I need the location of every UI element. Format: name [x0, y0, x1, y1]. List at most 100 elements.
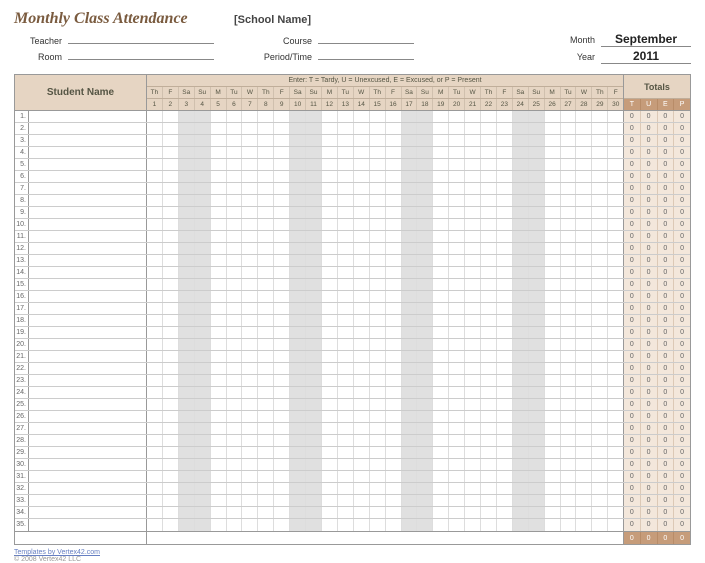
name-cell[interactable]: [29, 171, 147, 182]
attendance-cell[interactable]: [195, 255, 211, 266]
attendance-cell[interactable]: [433, 147, 449, 158]
attendance-cell[interactable]: [513, 267, 529, 278]
attendance-cell[interactable]: [449, 399, 465, 410]
attendance-cell[interactable]: [465, 255, 481, 266]
attendance-cell[interactable]: [497, 495, 513, 506]
attendance-cell[interactable]: [465, 423, 481, 434]
attendance-cell[interactable]: [465, 471, 481, 482]
attendance-cell[interactable]: [306, 423, 322, 434]
attendance-cell[interactable]: [529, 495, 545, 506]
attendance-cell[interactable]: [290, 279, 306, 290]
attendance-cell[interactable]: [433, 423, 449, 434]
attendance-cell[interactable]: [227, 411, 243, 422]
attendance-cell[interactable]: [322, 219, 338, 230]
attendance-cell[interactable]: [306, 171, 322, 182]
attendance-cell[interactable]: [576, 387, 592, 398]
attendance-cell[interactable]: [258, 183, 274, 194]
attendance-cell[interactable]: [306, 195, 322, 206]
attendance-cell[interactable]: [481, 507, 497, 518]
attendance-cell[interactable]: [417, 207, 433, 218]
attendance-cell[interactable]: [465, 315, 481, 326]
attendance-cell[interactable]: [163, 159, 179, 170]
attendance-cell[interactable]: [290, 423, 306, 434]
attendance-cell[interactable]: [417, 219, 433, 230]
attendance-cell[interactable]: [179, 111, 195, 122]
attendance-cell[interactable]: [608, 471, 623, 482]
attendance-cell[interactable]: [386, 459, 402, 470]
attendance-cell[interactable]: [211, 471, 227, 482]
attendance-cell[interactable]: [545, 315, 561, 326]
attendance-cell[interactable]: [513, 195, 529, 206]
attendance-cell[interactable]: [179, 279, 195, 290]
attendance-cell[interactable]: [195, 327, 211, 338]
attendance-cell[interactable]: [529, 219, 545, 230]
attendance-cell[interactable]: [481, 183, 497, 194]
attendance-cell[interactable]: [227, 279, 243, 290]
attendance-cell[interactable]: [386, 471, 402, 482]
attendance-cell[interactable]: [497, 219, 513, 230]
name-cell[interactable]: [29, 339, 147, 350]
attendance-cell[interactable]: [179, 171, 195, 182]
attendance-cell[interactable]: [242, 195, 258, 206]
attendance-cell[interactable]: [449, 471, 465, 482]
attendance-cell[interactable]: [195, 123, 211, 134]
attendance-cell[interactable]: [322, 447, 338, 458]
attendance-cell[interactable]: [258, 255, 274, 266]
attendance-cell[interactable]: [258, 123, 274, 134]
attendance-cell[interactable]: [561, 123, 577, 134]
attendance-cell[interactable]: [242, 423, 258, 434]
attendance-cell[interactable]: [465, 207, 481, 218]
attendance-cell[interactable]: [402, 315, 418, 326]
attendance-cell[interactable]: [386, 255, 402, 266]
attendance-cell[interactable]: [338, 399, 354, 410]
attendance-cell[interactable]: [290, 327, 306, 338]
attendance-cell[interactable]: [306, 291, 322, 302]
attendance-cell[interactable]: [449, 123, 465, 134]
attendance-cell[interactable]: [306, 279, 322, 290]
attendance-cell[interactable]: [576, 507, 592, 518]
attendance-cell[interactable]: [449, 111, 465, 122]
attendance-cell[interactable]: [163, 507, 179, 518]
attendance-cell[interactable]: [147, 471, 163, 482]
attendance-cell[interactable]: [354, 315, 370, 326]
attendance-cell[interactable]: [433, 375, 449, 386]
attendance-cell[interactable]: [306, 387, 322, 398]
attendance-cell[interactable]: [306, 495, 322, 506]
attendance-cell[interactable]: [497, 375, 513, 386]
attendance-cell[interactable]: [433, 279, 449, 290]
attendance-cell[interactable]: [529, 147, 545, 158]
attendance-cell[interactable]: [274, 231, 290, 242]
attendance-cell[interactable]: [338, 363, 354, 374]
attendance-cell[interactable]: [179, 315, 195, 326]
attendance-cell[interactable]: [370, 339, 386, 350]
attendance-cell[interactable]: [386, 339, 402, 350]
attendance-cell[interactable]: [481, 291, 497, 302]
attendance-cell[interactable]: [545, 135, 561, 146]
attendance-cell[interactable]: [322, 231, 338, 242]
name-cell[interactable]: [29, 399, 147, 410]
attendance-cell[interactable]: [529, 339, 545, 350]
attendance-cell[interactable]: [497, 423, 513, 434]
attendance-cell[interactable]: [274, 459, 290, 470]
attendance-cell[interactable]: [576, 339, 592, 350]
attendance-cell[interactable]: [608, 159, 623, 170]
attendance-cell[interactable]: [417, 363, 433, 374]
attendance-cell[interactable]: [258, 339, 274, 350]
attendance-cell[interactable]: [274, 207, 290, 218]
name-cell[interactable]: [29, 387, 147, 398]
attendance-cell[interactable]: [433, 267, 449, 278]
attendance-cell[interactable]: [163, 243, 179, 254]
attendance-cell[interactable]: [195, 471, 211, 482]
attendance-cell[interactable]: [322, 507, 338, 518]
attendance-cell[interactable]: [179, 267, 195, 278]
attendance-cell[interactable]: [179, 375, 195, 386]
attendance-cell[interactable]: [417, 519, 433, 531]
attendance-cell[interactable]: [211, 159, 227, 170]
attendance-cell[interactable]: [227, 171, 243, 182]
attendance-cell[interactable]: [147, 375, 163, 386]
attendance-cell[interactable]: [227, 135, 243, 146]
attendance-cell[interactable]: [306, 471, 322, 482]
attendance-cell[interactable]: [449, 315, 465, 326]
attendance-cell[interactable]: [211, 387, 227, 398]
attendance-cell[interactable]: [354, 483, 370, 494]
